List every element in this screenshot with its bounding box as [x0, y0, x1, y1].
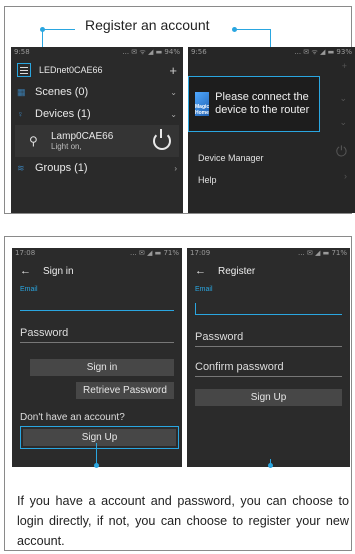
callout-dot — [268, 463, 273, 468]
chevron-right-icon: › — [174, 163, 177, 173]
power-icon: ⏻ — [335, 143, 347, 159]
no-account-text: Don't have an account? — [20, 412, 125, 423]
status-time: 9:56 — [191, 48, 207, 56]
menu-item-device-manager[interactable]: Device Manager — [198, 147, 264, 169]
register-screen: 17:09 ... ✉ ◢ ▬ 71% ← Register Email Pas… — [187, 248, 350, 467]
top-bar: LEDnet0CAE66 + — [11, 59, 183, 81]
wifi-icon: ≋ — [17, 162, 25, 173]
chevron-right-icon: › — [344, 171, 347, 181]
device-item-name: Lamp0CAE66 — [51, 131, 114, 142]
status-bar: 17:09 ... ✉ ◢ ▬ 71% — [187, 248, 350, 260]
bulb-icon: ♀ — [17, 109, 24, 119]
menu-icon[interactable] — [17, 63, 31, 77]
callout-dot — [94, 463, 99, 468]
signup-highlight: Sign Up — [20, 426, 179, 449]
status-icons: ... ✉ ◢ ▬ 71% — [298, 249, 347, 257]
devices-row[interactable]: ♀ Devices (1) ⌄ — [11, 103, 183, 125]
confirm-password-field[interactable]: Confirm password — [187, 361, 350, 373]
chevron-down-icon: ⌄ — [339, 93, 347, 103]
lamp-icon: ⚲ — [29, 134, 38, 148]
bottom-panel: 17:08 ... ✉ ◢ ▬ 71% ← Sign in Email Pass… — [4, 236, 352, 551]
menu-item-help[interactable]: Help — [198, 169, 264, 191]
top-panel: Register an account 9:58 ... ✉ ᯤ ◢ ▬ 94%… — [4, 6, 355, 214]
add-button[interactable]: + — [169, 63, 177, 78]
password-underline — [195, 345, 342, 347]
device-item-status: Light on, — [51, 142, 82, 151]
device-item[interactable]: ⚲ Lamp0CAE66 Light on, — [15, 125, 179, 157]
device-name: LEDnet0CAE66 — [39, 65, 103, 75]
home-screen: 9:58 ... ✉ ᯤ ◢ ▬ 94% LEDnet0CAE66 + ▦ Sc… — [11, 47, 183, 213]
caption-text: If you have a account and password, you … — [17, 494, 349, 548]
chevron-down-icon: ⌄ — [339, 117, 347, 127]
status-bar: 9:56 ... ✉ ᯤ ◢ ▬ 93% — [188, 47, 355, 59]
magic-home-logo: Magic Home — [195, 92, 210, 116]
menu-screen: 9:56 ... ✉ ᯤ ◢ ▬ 93% + ⌄ ⌄ ⏻ › Magic Hom… — [188, 47, 355, 213]
email-field[interactable] — [20, 303, 174, 311]
email-field[interactable] — [195, 303, 342, 315]
status-time: 17:09 — [190, 249, 211, 257]
signup-button[interactable]: Sign Up — [23, 429, 176, 446]
password-field[interactable]: Password — [187, 331, 350, 343]
signin-button[interactable]: Sign in — [30, 359, 174, 376]
row-label: Devices (1) — [35, 108, 91, 120]
password-underline — [20, 341, 174, 343]
back-arrow-icon[interactable]: ← — [20, 265, 31, 277]
retrieve-password-button[interactable]: Retrieve Password — [76, 382, 174, 399]
back-arrow-icon[interactable]: ← — [195, 265, 206, 277]
nav-bar: ← Register — [187, 260, 350, 282]
scenes-row[interactable]: ▦ Scenes (0) ⌄ — [11, 81, 183, 103]
status-bar: 17:08 ... ✉ ◢ ▬ 71% — [12, 248, 182, 260]
connect-router-button[interactable]: Magic Home Please connect the device to … — [188, 76, 320, 132]
signin-screen: 17:08 ... ✉ ◢ ▬ 71% ← Sign in Email Pass… — [12, 248, 182, 467]
callout-line — [42, 29, 75, 30]
panel-title: Register an account — [85, 17, 210, 33]
connect-router-label: Please connect the device to the router — [215, 91, 310, 116]
status-icons: ... ✉ ◢ ▬ 71% — [130, 249, 179, 257]
page-title: Register — [218, 265, 256, 277]
email-label: Email — [195, 286, 213, 293]
callout-line — [96, 443, 97, 465]
add-button: + — [341, 61, 347, 71]
row-label: Groups (1) — [35, 162, 88, 174]
nav-bar: ← Sign in — [12, 260, 182, 282]
status-icons: ... ✉ ᯤ ◢ ▬ 93% — [294, 48, 352, 56]
page-title: Sign in — [43, 265, 74, 277]
callout-line — [234, 29, 270, 30]
row-label: Scenes (0) — [35, 86, 89, 98]
groups-row[interactable]: ≋ Groups (1) › — [11, 157, 183, 179]
email-label: Email — [20, 286, 38, 293]
side-menu: Device Manager Help — [198, 147, 264, 191]
status-time: 17:08 — [15, 249, 36, 257]
status-time: 9:58 — [14, 48, 30, 56]
password-field[interactable]: Password — [12, 327, 182, 339]
status-bar: 9:58 ... ✉ ᯤ ◢ ▬ 94% — [11, 47, 183, 59]
status-icons: ... ✉ ᯤ ◢ ▬ 94% — [122, 48, 180, 56]
confirm-underline — [195, 375, 342, 377]
signup-button[interactable]: Sign Up — [195, 389, 342, 406]
chevron-down-icon: ⌄ — [170, 87, 177, 97]
chevron-down-icon: ⌄ — [170, 109, 177, 119]
power-icon[interactable] — [153, 129, 171, 150]
scenes-icon: ▦ — [17, 86, 26, 97]
